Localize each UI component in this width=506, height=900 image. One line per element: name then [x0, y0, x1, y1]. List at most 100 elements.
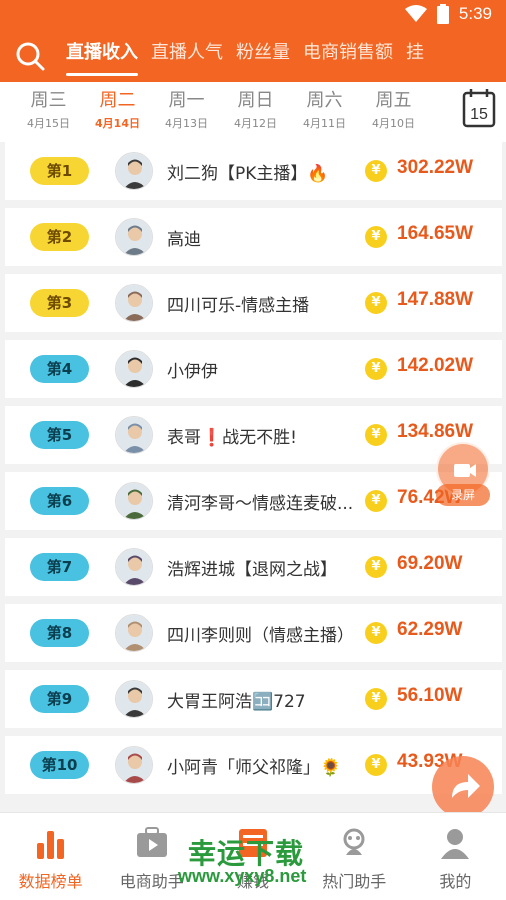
calendar-icon: 15: [462, 89, 496, 128]
bar-chart-icon: [33, 825, 69, 861]
income-amount: 302.22W: [397, 157, 474, 178]
coin-icon: ¥: [365, 424, 387, 446]
anchor-name: 四川可乐-情感主播: [167, 296, 310, 316]
day-tab-4[interactable]: 周六 4月11日: [290, 88, 359, 132]
top-tab-2[interactable]: 粉丝量: [236, 30, 303, 82]
rank-badge: 第2: [30, 223, 89, 251]
day-date: 4月10日: [372, 117, 415, 130]
avatar[interactable]: [115, 350, 153, 388]
ranking-row[interactable]: 第10 小阿青「师父祁隆」🌻 ¥43.93W: [5, 736, 502, 794]
day-name: 周二: [99, 90, 136, 111]
avatar[interactable]: [115, 218, 153, 256]
avatar[interactable]: [115, 614, 153, 652]
anchor-name: 表哥❗战无不胜!: [167, 428, 297, 448]
anchor-name: 四川李则则（情感主播）: [167, 626, 354, 646]
ranking-row[interactable]: 第7 浩辉进城【退网之战】 ¥69.20W: [5, 538, 502, 596]
income-amount: 147.88W: [397, 289, 474, 310]
avatar[interactable]: [115, 746, 153, 784]
nav-item-4[interactable]: 我的: [405, 813, 506, 900]
day-tab-5[interactable]: 周五 4月10日: [359, 88, 428, 132]
anchor-name: 高迪: [167, 230, 201, 250]
income-amount: 56.10W: [397, 685, 463, 706]
calendar-day: 15: [470, 106, 488, 123]
day-name: 周五: [375, 90, 412, 111]
day-tab-3[interactable]: 周日 4月12日: [221, 88, 290, 132]
rank-badge: 第6: [30, 487, 89, 515]
day-tab-1[interactable]: 周二 4月14日: [83, 88, 152, 132]
avatar[interactable]: [115, 152, 153, 190]
income-amount: 164.65W: [397, 223, 474, 244]
search-icon[interactable]: [14, 40, 46, 72]
ranking-list: 第1 刘二狗【PK主播】🔥 ¥302.22W 第2 高迪 ¥164.65W 第3 四川可乐-情…: [0, 142, 506, 810]
nav-item-0[interactable]: 数据榜单: [0, 813, 101, 900]
coin-icon: ¥: [365, 622, 387, 644]
ranking-row[interactable]: 第8 四川李则则（情感主播） ¥62.29W: [5, 604, 502, 662]
income-amount: 62.29W: [397, 619, 463, 640]
rank-badge: 第7: [30, 553, 89, 581]
ranking-row[interactable]: 第1 刘二狗【PK主播】🔥 ¥302.22W: [5, 142, 502, 200]
day-name: 周六: [306, 90, 343, 111]
day-name: 周日: [237, 90, 274, 111]
calendar-button[interactable]: 15: [448, 82, 506, 142]
avatar[interactable]: [115, 548, 153, 586]
top-tab-4[interactable]: 挂: [406, 30, 437, 82]
anchor-name: 小阿青「师父祁隆」🌻: [167, 758, 342, 778]
nav-label: 我的: [439, 872, 472, 891]
day-tab-2[interactable]: 周一 4月13日: [152, 88, 221, 132]
day-selector: 周三 4月15日 周二 4月14日 周一 4月13日 周日 4月12日 周六 4月11日 周五 4月1…: [0, 82, 506, 142]
anchor-name: 刘二狗【PK主播】🔥: [167, 164, 329, 184]
coin-icon: ¥: [365, 358, 387, 380]
day-date: 4月11日: [303, 117, 346, 130]
coin-icon: ¥: [365, 556, 387, 578]
coin-icon: ¥: [365, 292, 387, 314]
avatar[interactable]: [115, 416, 153, 454]
day-name: 周一: [168, 90, 205, 111]
ranking-row[interactable]: 第4 小伊伊 ¥142.02W: [5, 340, 502, 398]
ranking-row[interactable]: 第9 大胃王阿浩🈁727 ¥56.10W: [5, 670, 502, 728]
share-button[interactable]: [432, 756, 494, 818]
ranking-row[interactable]: 第6 清河李哥～情感连麦破... ¥76.42W: [5, 472, 502, 530]
avatar[interactable]: [115, 680, 153, 718]
coin-icon: ¥: [365, 160, 387, 182]
coin-icon: ¥: [365, 754, 387, 776]
rank-badge: 第5: [30, 421, 89, 449]
rank-badge: 第4: [30, 355, 89, 383]
watermark-url: www.xyxy8.net: [178, 866, 307, 886]
anchor-name: 小伊伊: [167, 362, 218, 382]
status-time: 5:39: [458, 4, 492, 23]
nav-item-3[interactable]: 热门助手: [304, 813, 405, 900]
rank-badge: 第1: [30, 157, 89, 185]
rank-badge: 第8: [30, 619, 89, 647]
day-name: 周三: [30, 90, 67, 111]
day-date: 4月15日: [27, 117, 70, 130]
coin-icon: ¥: [365, 226, 387, 248]
top-tab-1[interactable]: 直播人气: [151, 30, 236, 82]
anchor-name: 浩辉进城【退网之战】: [167, 560, 337, 580]
rank-badge: 第3: [30, 289, 89, 317]
record-label: 录屏: [436, 484, 490, 506]
day-tab-0[interactable]: 周三 4月15日: [14, 88, 83, 132]
nav-label: 热门助手: [322, 872, 387, 891]
record-screen-button[interactable]: 录屏: [436, 442, 490, 508]
avatar[interactable]: [115, 284, 153, 322]
income-amount: 142.02W: [397, 355, 474, 376]
income-amount: 69.20W: [397, 553, 463, 574]
coin-icon: ¥: [365, 688, 387, 710]
top-tab-bar: 直播收入 直播人气 粉丝量 电商销售额挂: [0, 30, 506, 82]
coin-icon: ¥: [365, 490, 387, 512]
user-icon: [437, 825, 473, 861]
status-bar: 5:39: [0, 0, 506, 30]
top-tab-3[interactable]: 电商销售额: [303, 30, 406, 82]
top-tab-0[interactable]: 直播收入: [66, 30, 151, 82]
day-date: 4月13日: [165, 117, 208, 130]
rank-badge: 第9: [30, 685, 89, 713]
day-date: 4月14日: [95, 117, 140, 130]
wifi-icon: [404, 5, 427, 22]
share-arrow-icon: [452, 774, 480, 798]
play-box-icon: [134, 825, 170, 861]
ranking-row[interactable]: 第2 高迪 ¥164.65W: [5, 208, 502, 266]
ranking-row[interactable]: 第3 四川可乐-情感主播 ¥147.88W: [5, 274, 502, 332]
ranking-row[interactable]: 第5 表哥❗战无不胜! ¥134.86W: [5, 406, 502, 464]
rank-badge: 第10: [30, 751, 89, 779]
avatar[interactable]: [115, 482, 153, 520]
